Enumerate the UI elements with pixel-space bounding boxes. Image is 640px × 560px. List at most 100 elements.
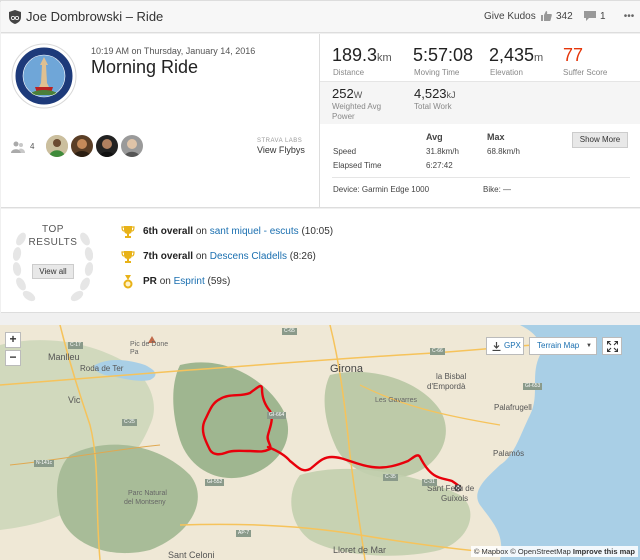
distance-value: 189.3km	[332, 45, 392, 65]
map-label-town: Roda de Ter	[80, 364, 124, 373]
virginia-seal-avatar[interactable]	[11, 43, 77, 109]
segment-time: (59s)	[207, 276, 231, 287]
road-label: GI-552	[205, 479, 225, 486]
road-label: N-141c	[34, 460, 55, 467]
road-label: C-65	[282, 328, 297, 335]
map-label-town: la Bisbal	[436, 372, 467, 381]
achievement-rank: 6th overall	[143, 226, 194, 237]
trophy-gold-icon	[121, 226, 135, 238]
thumbs-up-icon[interactable]	[540, 10, 552, 22]
activity-name: Morning Ride	[91, 57, 199, 77]
achievement-rank: PR	[143, 276, 157, 287]
athlete-count[interactable]: 4	[11, 140, 39, 154]
strava-labs-label: STRAVA LABS	[257, 138, 303, 144]
bike-shield-icon	[9, 10, 21, 24]
people-icon	[11, 141, 25, 153]
road-label: C-66	[430, 348, 445, 355]
total-work-value: 4,523kJ	[414, 86, 456, 101]
fullscreen-button[interactable]	[602, 337, 622, 355]
activity-header: Joe Dombrowski – Ride Give Kudos 342 1 •…	[1, 1, 640, 33]
map-label-park: del Montseny	[124, 499, 166, 506]
map-label-town: Palamós	[493, 449, 525, 458]
avatar[interactable]	[96, 135, 118, 157]
comment-icon[interactable]	[584, 10, 596, 22]
kudos-count[interactable]: 342	[556, 11, 573, 22]
speed-avg: 31.8km/h	[426, 147, 459, 156]
road-label: C-25	[122, 419, 137, 426]
avatar[interactable]	[71, 135, 93, 157]
road-label: GI-664	[267, 412, 287, 419]
achievement-rank: 7th overall	[143, 251, 194, 262]
top-results-title-line1: TOP	[42, 224, 64, 235]
page-title: Joe Dombrowski – Ride	[26, 9, 164, 24]
road-label: GI-653	[523, 383, 543, 390]
weighted-power-label: Weighted Avg Power	[332, 102, 382, 121]
road-label: C-35	[383, 474, 398, 481]
view-flybys-link[interactable]: View Flybys	[257, 145, 305, 155]
terrain-map-dropdown[interactable]: Terrain Map ▼	[529, 337, 597, 355]
suffer-score-label: Suffer Score	[563, 68, 608, 77]
segment-link[interactable]: Descens Cladells	[210, 251, 287, 262]
road-label: C-31	[422, 479, 437, 486]
pr-medal-icon	[123, 275, 133, 289]
view-all-button[interactable]: View all	[32, 264, 74, 279]
elevation-label: Elevation	[490, 68, 523, 77]
stats-panel: 189.3km Distance 5:57:08 Moving Time 2,4…	[319, 34, 640, 208]
segment-time: (10:05)	[301, 226, 334, 237]
give-kudos-link[interactable]: Give Kudos	[484, 11, 536, 22]
gpx-download-button[interactable]: GPX	[486, 337, 524, 355]
top-results-title-line2: RESULTS	[28, 237, 78, 248]
caret-down-icon: ▼	[586, 343, 592, 349]
map-label-region: Les Gavarres	[375, 397, 418, 404]
top-results-section: TOP RESULTS View all 6th overall on sant…	[1, 209, 640, 313]
athlete-count-value: 4	[30, 142, 35, 151]
map-label-town: d'Empordà	[427, 382, 466, 391]
map-label-town: Manlleu	[48, 352, 80, 362]
show-more-button[interactable]: Show More	[572, 132, 628, 148]
total-work-label: Total Work	[414, 102, 452, 111]
elapsed-time-value: 6:27:42	[426, 161, 453, 170]
map-label-park: Parc Natural	[128, 490, 167, 497]
comment-count[interactable]: 1	[600, 11, 606, 22]
elevation-value: 2,435m	[489, 45, 544, 65]
map-label-peak: Pic de Done Pa	[130, 341, 169, 356]
segment-link[interactable]: sant miquel - escuts	[210, 226, 299, 237]
avatar[interactable]	[46, 135, 68, 157]
map-label-town: Vic	[68, 395, 81, 405]
more-options-icon[interactable]: •••	[619, 7, 639, 27]
map-label-town: Sant Celoni	[168, 550, 215, 560]
road-label: C-17	[68, 342, 83, 349]
suffer-score-value[interactable]: 77	[563, 45, 583, 66]
trophy-gold-icon	[121, 251, 135, 263]
zoom-in-button[interactable]: +	[5, 332, 21, 348]
map-label-town: Lloret de Mar	[333, 545, 387, 555]
activity-card: Joe Dombrowski – Ride Give Kudos 342 1 •…	[0, 0, 640, 313]
gpx-label: GPX	[504, 341, 521, 350]
speed-label: Speed	[333, 147, 357, 156]
distance-label: Distance	[333, 68, 365, 77]
map-attribution[interactable]: © Mapbox © OpenStreetMap Improve this ma…	[470, 546, 638, 557]
download-icon	[492, 342, 501, 351]
terrain-map-label: Terrain Map	[537, 341, 580, 350]
moving-time-label: Moving Time	[414, 68, 460, 77]
power-stats: 252W Weighted Avg Power 4,523kJ Total Wor…	[320, 81, 640, 124]
divider	[332, 177, 630, 178]
elapsed-time-label: Elapsed Time	[333, 161, 382, 170]
route-map[interactable]: Pic de Done Pa Manlleu Roda de Ter Vic Gi…	[0, 325, 640, 560]
segment-time: (8:26)	[289, 251, 316, 262]
activity-summary: 10:19 AM on Thursday, January 14, 2016 M…	[1, 34, 640, 208]
table-head-avg: Avg	[426, 132, 443, 142]
moving-time-value: 5:57:08	[413, 45, 474, 65]
activity-datetime: 10:19 AM on Thursday, January 14, 2016	[91, 46, 256, 56]
map-label-town: Guíxols	[441, 494, 469, 503]
device-info: Device: Garmin Edge 1000	[333, 185, 430, 194]
segment-link[interactable]: Esprint	[174, 276, 205, 287]
avatar[interactable]	[121, 135, 143, 157]
bike-info: Bike: —	[483, 185, 512, 194]
map-canvas[interactable]	[0, 325, 640, 560]
zoom-out-button[interactable]: −	[5, 350, 21, 366]
speed-max: 68.8km/h	[487, 147, 520, 156]
expand-icon	[607, 341, 618, 352]
map-label-town: Palafrugell	[494, 403, 532, 412]
map-label-city: Girona	[330, 363, 364, 375]
